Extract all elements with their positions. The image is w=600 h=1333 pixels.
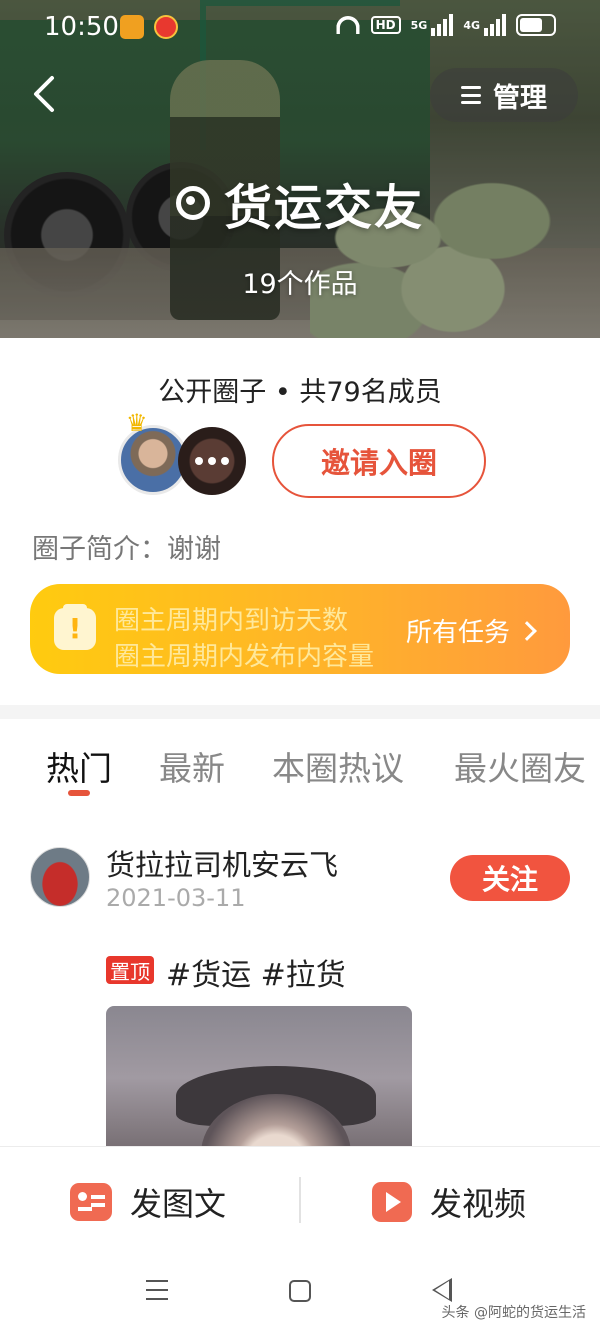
section-divider: [0, 705, 600, 719]
feed-tabs: 热门 最新 本圈热议 最火圈友: [0, 742, 600, 802]
more-dot: [195, 457, 203, 465]
tab-discussion[interactable]: 本圈热议: [272, 742, 404, 790]
recent-apps-icon[interactable]: [146, 1280, 168, 1300]
post-hashtags[interactable]: #货运 #拉货: [166, 950, 346, 994]
clipboard-alert-icon: [54, 604, 96, 650]
post-video-label: 发视频: [430, 1185, 527, 1223]
video-play-icon: [372, 1182, 412, 1222]
post-image[interactable]: [106, 1006, 412, 1166]
all-tasks-link[interactable]: 所有任务: [406, 612, 537, 649]
more-dot: [221, 457, 229, 465]
publish-bar: 发图文 发视频: [0, 1146, 600, 1254]
image-text-icon: [70, 1183, 112, 1221]
battery-icon: [516, 14, 556, 36]
hd-icon: HD: [370, 16, 401, 34]
chevron-right-icon: [517, 620, 537, 641]
post-video-button[interactable]: 发视频: [372, 1179, 526, 1225]
home-icon[interactable]: [289, 1280, 311, 1302]
publish-divider: [299, 1177, 301, 1223]
back-button[interactable]: [26, 72, 66, 116]
circle-title-row: 货运交友: [0, 168, 600, 238]
back-triangle-icon[interactable]: [432, 1278, 452, 1302]
circle-intro: 圈子简介：谢谢: [32, 534, 221, 565]
chevron-left-icon: [34, 76, 54, 112]
post-image-text-label: 发图文: [130, 1185, 227, 1223]
task-line-visit-days: 圈主周期内到访天数: [114, 606, 349, 636]
system-navigation-bar: 头条 @阿蛇的货运生活: [0, 1254, 600, 1333]
invite-button[interactable]: 邀请入圈: [272, 424, 486, 498]
task-line-post-count: 圈主周期内发布内容量: [114, 642, 375, 672]
status-time: 10:50: [44, 12, 119, 42]
app-notification-icon: [120, 15, 144, 39]
pinned-badge: 置顶: [106, 956, 154, 984]
manage-button[interactable]: 管理: [430, 68, 578, 122]
more-dot: [208, 457, 216, 465]
watermark: 头条 @阿蛇的货运生活: [441, 1305, 586, 1321]
circle-name: 货运交友: [223, 180, 424, 236]
circle-icon: [175, 186, 210, 220]
tab-top-members[interactable]: 最火圈友: [454, 742, 586, 790]
post-image-text-button[interactable]: 发图文: [70, 1179, 226, 1225]
signal-icon: [484, 14, 506, 36]
status-bar: 10:50 HD 5G 4G: [0, 0, 600, 52]
follow-button[interactable]: 关注: [450, 855, 570, 901]
network-5g-label: 5G: [410, 18, 428, 32]
tab-latest[interactable]: 最新: [159, 742, 225, 790]
post-author-name[interactable]: 货拉拉司机安云飞: [106, 842, 338, 884]
wifi-icon: [335, 16, 360, 34]
signal-icon: [431, 14, 454, 36]
active-tab-indicator: [68, 790, 90, 796]
weibo-notification-icon: [154, 15, 178, 39]
circle-member-info: 公开圈子 • 共79名成员: [158, 377, 442, 408]
more-members-avatar[interactable]: [178, 427, 246, 495]
post-date: 2021-03-11: [106, 884, 246, 912]
tab-hot[interactable]: 热门: [46, 742, 112, 790]
all-tasks-label: 所有任务: [406, 618, 511, 648]
status-indicators: HD 5G 4G: [335, 14, 556, 36]
task-banner[interactable]: 圈主周期内到访天数 圈主周期内发布内容量 所有任务: [30, 584, 570, 674]
works-count: 19个作品: [242, 269, 358, 300]
network-4g-label: 4G: [463, 18, 480, 32]
crown-icon: ♛: [126, 409, 148, 437]
manage-label: 管理: [493, 82, 547, 114]
author-avatar[interactable]: [30, 847, 90, 907]
menu-icon: [461, 86, 481, 104]
